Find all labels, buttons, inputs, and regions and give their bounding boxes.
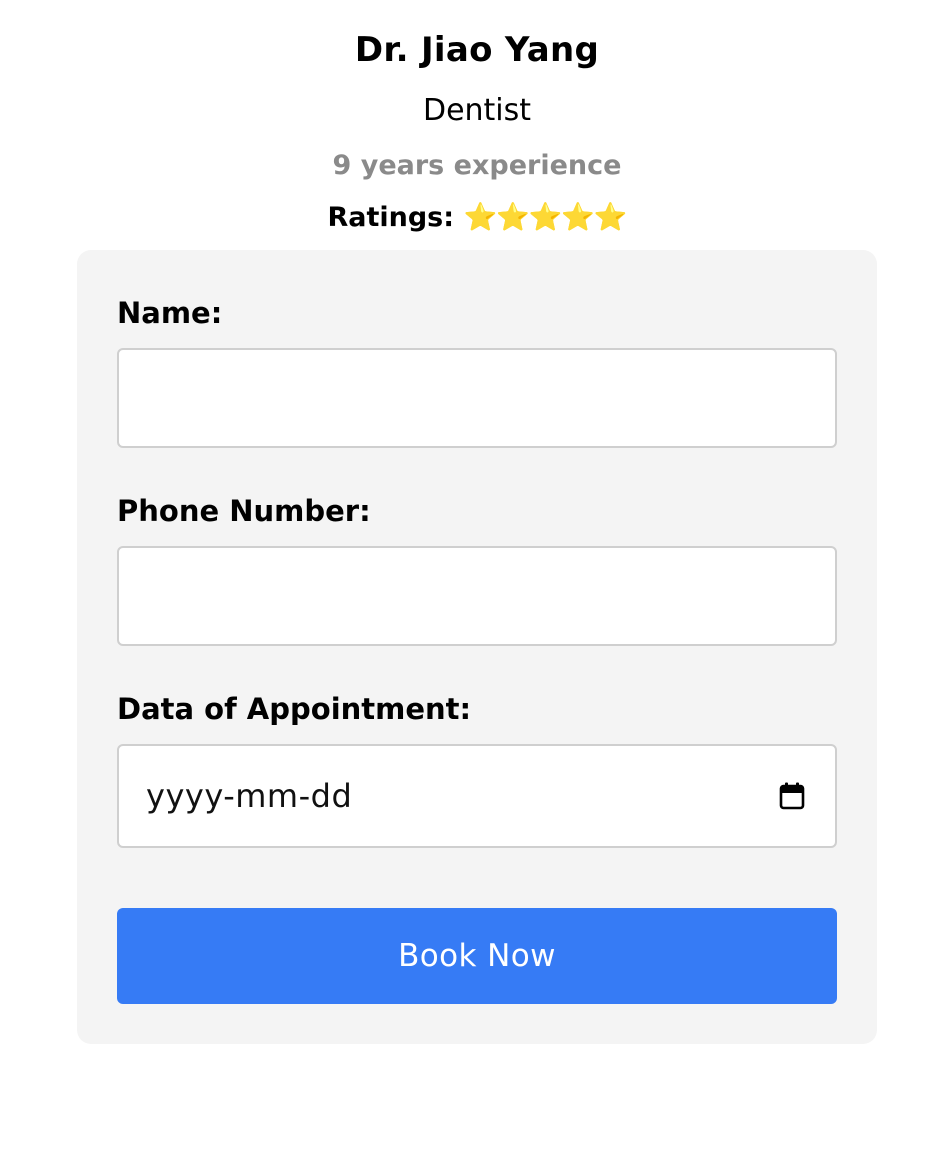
phone-input[interactable] <box>117 546 837 646</box>
rating-stars-icon: ⭐⭐⭐⭐⭐ <box>463 202 628 234</box>
name-label: Name: <box>117 296 223 330</box>
ratings-label: Ratings: <box>327 202 455 233</box>
name-input[interactable] <box>117 348 837 448</box>
doctor-specialty: Dentist <box>422 93 532 128</box>
booking-form: Name: Phone Number: Data of Appointment:… <box>77 250 877 1044</box>
doctor-experience: 9 years experience <box>332 150 622 181</box>
date-label: Data of Appointment: <box>117 692 472 726</box>
date-input[interactable]: yyyy-mm-dd <box>117 744 837 848</box>
date-placeholder: yyyy-mm-dd <box>146 777 353 815</box>
phone-label: Phone Number: <box>117 494 371 528</box>
calendar-icon[interactable] <box>779 782 805 810</box>
doctor-ratings: Ratings: ⭐⭐⭐⭐⭐ <box>0 199 950 237</box>
book-now-button[interactable]: Book Now <box>117 908 837 1004</box>
doctor-name: Dr. Jiao Yang <box>354 30 600 70</box>
booking-page: Dr. Jiao Yang Dentist 9 years experience… <box>0 0 950 1158</box>
